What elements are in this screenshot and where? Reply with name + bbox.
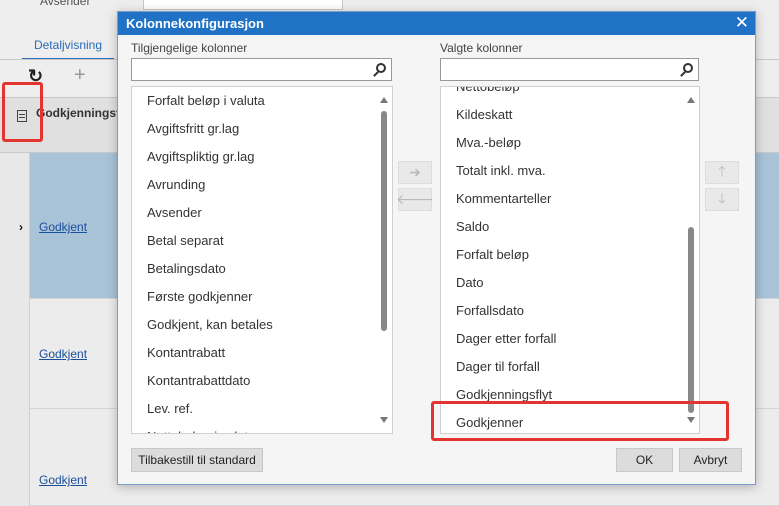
list-item[interactable]: Betal separat — [147, 227, 224, 255]
reset-to-default-button[interactable]: Tilbakestill til standard — [131, 448, 263, 472]
tab-detail-view[interactable]: Detaljvisning — [22, 38, 114, 60]
list-item[interactable]: Kommentarteller — [456, 185, 551, 213]
sender-field-label: Avsender — [40, 0, 91, 8]
highlight-box-column-config — [2, 82, 43, 142]
dialog-title: Kolonnekonfigurasjon — [126, 16, 264, 31]
list-item[interactable]: Mva.-beløp — [456, 129, 521, 157]
list-item[interactable]: Kontantrabattdato — [147, 367, 250, 395]
list-item[interactable]: Betalingsdato — [147, 255, 226, 283]
list-item[interactable]: Kildeskatt — [456, 101, 512, 129]
selected-columns-list[interactable]: Nettobeløp Kildeskatt Mva.-beløp Totalt … — [440, 86, 700, 434]
highlight-box-approver — [431, 401, 729, 441]
available-columns-list[interactable]: Forfalt beløp i valuta Avgiftsfritt gr.l… — [131, 86, 393, 434]
arrow-right-icon: ➔ — [409, 164, 421, 180]
list-item[interactable]: Avsender — [147, 199, 202, 227]
scroll-thumb[interactable] — [688, 227, 694, 413]
status-link[interactable]: Godkjent — [39, 347, 87, 361]
list-item[interactable]: Dager til forfall — [456, 353, 540, 381]
list-item[interactable]: Kontantrabatt — [147, 339, 225, 367]
current-row-indicator-icon: › — [19, 220, 23, 234]
available-search-input[interactable] — [132, 59, 357, 80]
arrow-left-icon: 🡐 — [396, 191, 434, 207]
add-column-button[interactable]: ➔ — [398, 161, 432, 184]
search-icon[interactable] — [683, 63, 693, 73]
close-icon[interactable]: ✕ — [735, 14, 749, 32]
selected-scrollbar[interactable] — [683, 87, 699, 433]
list-item[interactable]: Godkjent, kan betales — [147, 311, 273, 339]
remove-column-button[interactable]: 🡐 — [396, 188, 434, 211]
dialog-titlebar[interactable]: Kolonnekonfigurasjon ✕ — [118, 12, 755, 35]
list-item[interactable]: Avgiftsfritt gr.lag — [147, 115, 239, 143]
list-item[interactable]: Avgiftspliktig gr.lag — [147, 143, 254, 171]
list-item[interactable]: Nettobeløp i valuta — [147, 423, 255, 433]
list-item[interactable]: Nettobeløp — [456, 87, 520, 101]
list-item[interactable]: Dager etter forfall — [456, 325, 556, 353]
cancel-button[interactable]: Avbryt — [679, 448, 742, 472]
list-item[interactable]: Forfallsdato — [456, 297, 524, 325]
list-item[interactable]: Forfalt beløp — [456, 241, 529, 269]
row-selector-column — [0, 153, 30, 506]
status-link[interactable]: Godkjent — [39, 220, 87, 234]
status-link[interactable]: Godkjent — [39, 473, 87, 487]
search-icon[interactable] — [376, 63, 386, 73]
scroll-thumb[interactable] — [381, 111, 387, 331]
column-config-dialog: Kolonnekonfigurasjon ✕ Tilgjengelige kol… — [117, 11, 756, 485]
scroll-up-icon[interactable] — [380, 97, 388, 103]
move-up-button[interactable]: 🡑 — [705, 161, 739, 184]
sender-field[interactable] — [143, 0, 343, 10]
list-item[interactable]: Forfalt beløp i valuta — [147, 87, 265, 115]
add-icon[interactable]: + — [74, 64, 86, 87]
list-item[interactable]: Første godkjenner — [147, 283, 253, 311]
selected-search-box — [440, 58, 699, 81]
list-item[interactable]: Dato — [456, 269, 483, 297]
scroll-up-icon[interactable] — [687, 97, 695, 103]
arrow-up-icon: 🡑 — [718, 162, 726, 179]
list-item[interactable]: Lev. ref. — [147, 395, 193, 423]
available-columns-label: Tilgjengelige kolonner — [131, 41, 248, 55]
ok-button[interactable]: OK — [616, 448, 673, 472]
available-scrollbar[interactable] — [376, 87, 392, 433]
list-item[interactable]: Avrunding — [147, 171, 205, 199]
move-down-button[interactable]: 🡓 — [705, 188, 739, 211]
selected-search-input[interactable] — [441, 59, 666, 80]
selected-columns-label: Valgte kolonner — [440, 41, 523, 55]
list-item[interactable]: Saldo — [456, 213, 489, 241]
list-item[interactable]: Totalt inkl. mva. — [456, 157, 546, 185]
available-search-box — [131, 58, 392, 81]
scroll-down-icon[interactable] — [380, 417, 388, 423]
arrow-down-icon: 🡓 — [718, 189, 726, 206]
